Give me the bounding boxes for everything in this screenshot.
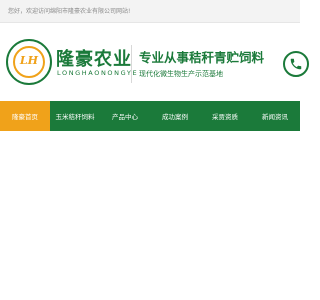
- header-divider: [131, 45, 132, 83]
- logo-icon[interactable]: LH: [6, 39, 52, 85]
- slogan-main: 专业从事秸秆青贮饲料: [139, 50, 265, 65]
- nav-item-news[interactable]: 新闻资讯: [250, 101, 300, 131]
- phone-glyph: [290, 58, 302, 70]
- brand-name[interactable]: 隆豪农业: [56, 45, 132, 71]
- logo-mark: LH: [19, 54, 39, 67]
- nav-item-products[interactable]: 产品中心: [100, 101, 150, 131]
- nav-item-cases[interactable]: 成功案例: [150, 101, 200, 131]
- nav-item-corn-straw-feed[interactable]: 玉米秸秆饲料: [50, 101, 100, 131]
- slogan-sub: 现代化微生物生产示范基地: [139, 70, 223, 78]
- site-header: LH 隆豪农业 LONGHAONONGYE 专业从事秸秆青贮饲料 现代化微生物生…: [0, 23, 309, 99]
- nav-item-home[interactable]: 隆豪首页: [0, 101, 50, 131]
- main-nav: 隆豪首页 玉米秸秆饲料 产品中心 成功案例 采贾资质 新闻资讯: [0, 101, 300, 131]
- top-bar: 您好，欢迎访问绵阳市隆豪农业有限公司网站!: [0, 0, 300, 23]
- nav-item-qualifications[interactable]: 采贾资质: [200, 101, 250, 131]
- phone-icon[interactable]: [283, 51, 309, 77]
- welcome-text: 您好，欢迎访问绵阳市隆豪农业有限公司网站!: [8, 8, 131, 15]
- brand-name-en: LONGHAONONGYE: [57, 69, 139, 77]
